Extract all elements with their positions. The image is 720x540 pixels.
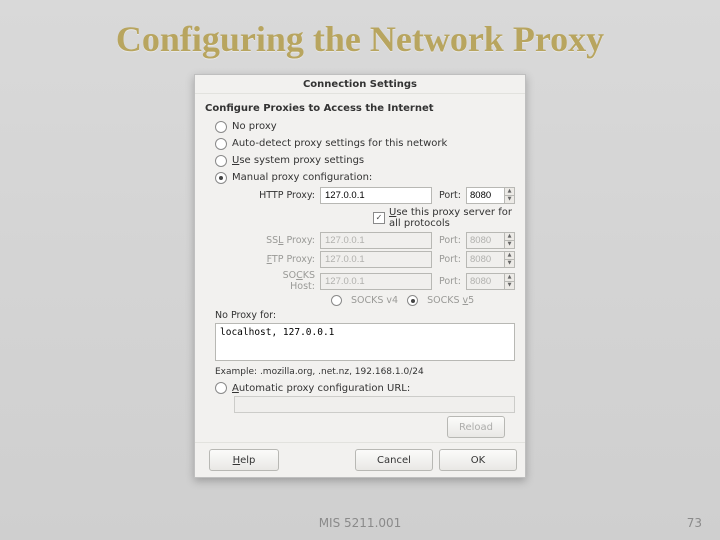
radio-system-proxy[interactable]: Use system proxy settings xyxy=(215,153,515,168)
ftp-proxy-row: FTP Proxy: Port: ▲▼ xyxy=(257,251,515,268)
socks-host-label: SOCKS Host: xyxy=(257,270,315,292)
port-label: Port: xyxy=(437,254,461,265)
radio-manual-proxy[interactable]: Manual proxy configuration: xyxy=(215,170,515,185)
radio-icon xyxy=(215,155,227,167)
connection-settings-dialog: Connection Settings Configure Proxies to… xyxy=(194,74,526,478)
reload-button: Reload xyxy=(447,416,505,438)
spin-down-icon: ▼ xyxy=(504,282,515,290)
checkbox-icon xyxy=(373,212,385,224)
spin-up-icon: ▲ xyxy=(504,232,515,241)
http-proxy-label: HTTP Proxy: xyxy=(257,190,315,201)
socks-host-row: SOCKS Host: Port: ▲▼ xyxy=(257,270,515,292)
radio-auto-config-url[interactable]: Automatic proxy configuration URL: xyxy=(215,382,515,394)
dialog-footer: Help Cancel OK xyxy=(195,442,525,477)
radio-icon xyxy=(215,138,227,150)
radio-no-proxy[interactable]: No proxy xyxy=(215,119,515,134)
spin-down-icon: ▼ xyxy=(504,260,515,268)
spin-up-icon: ▲ xyxy=(504,251,515,260)
auto-config-url-input xyxy=(234,396,515,413)
no-proxy-textarea[interactable] xyxy=(215,323,515,361)
port-label: Port: xyxy=(437,190,461,201)
ftp-proxy-input xyxy=(320,251,432,268)
socks-v5-label: SOCKS v5 xyxy=(427,295,474,306)
slide-title: Configuring the Network Proxy xyxy=(0,18,720,60)
http-proxy-row: HTTP Proxy: Port: ▲▼ xyxy=(257,187,515,204)
http-port-input[interactable] xyxy=(466,187,504,204)
radio-icon xyxy=(215,382,227,394)
ok-button[interactable]: OK xyxy=(439,449,517,471)
ftp-port-input xyxy=(466,251,504,268)
radio-auto-detect[interactable]: Auto-detect proxy settings for this netw… xyxy=(215,136,515,151)
ssl-proxy-row: SSL Proxy: Port: ▲▼ xyxy=(257,232,515,249)
no-proxy-label: No Proxy for: xyxy=(215,310,515,321)
ssl-port-input xyxy=(466,232,504,249)
socks-version-row: SOCKS v4 SOCKS v5 xyxy=(331,295,515,306)
radio-label: Manual proxy configuration: xyxy=(232,172,372,183)
radio-label: Use system proxy settings xyxy=(232,155,364,166)
dialog-title: Connection Settings xyxy=(195,75,525,94)
course-code: MIS 5211.001 xyxy=(0,516,720,530)
spin-up-icon[interactable]: ▲ xyxy=(504,187,515,196)
page-number: 73 xyxy=(687,516,702,530)
cancel-button[interactable]: Cancel xyxy=(355,449,433,471)
ssl-proxy-label: SSL Proxy: xyxy=(257,235,315,246)
ssl-port-spinner: ▲▼ xyxy=(466,232,515,249)
socks-port-spinner: ▲▼ xyxy=(466,273,515,290)
socks-v4-label: SOCKS v4 xyxy=(351,295,398,306)
http-proxy-input[interactable] xyxy=(320,187,432,204)
radio-icon xyxy=(215,172,227,184)
radio-icon xyxy=(407,295,418,306)
socks-host-input xyxy=(320,273,432,290)
port-label: Port: xyxy=(437,235,461,246)
radio-icon xyxy=(331,295,342,306)
radio-label: Auto-detect proxy settings for this netw… xyxy=(232,138,447,149)
radio-label: No proxy xyxy=(232,121,277,132)
ftp-proxy-label: FTP Proxy: xyxy=(257,254,315,265)
port-label: Port: xyxy=(437,276,461,287)
socks-port-input xyxy=(466,273,504,290)
help-button[interactable]: Help xyxy=(209,449,279,471)
use-for-all-checkbox[interactable]: Use this proxy server for all protocols xyxy=(373,207,515,229)
spin-down-icon[interactable]: ▼ xyxy=(504,196,515,204)
http-port-spinner[interactable]: ▲▼ xyxy=(466,187,515,204)
spin-up-icon: ▲ xyxy=(504,273,515,282)
example-text: Example: .mozilla.org, .net.nz, 192.168.… xyxy=(215,367,515,377)
section-heading: Configure Proxies to Access the Internet xyxy=(205,103,515,114)
radio-label: Automatic proxy configuration URL: xyxy=(232,383,410,394)
spin-down-icon: ▼ xyxy=(504,241,515,249)
ftp-port-spinner: ▲▼ xyxy=(466,251,515,268)
radio-icon xyxy=(215,121,227,133)
ssl-proxy-input xyxy=(320,232,432,249)
checkbox-label: Use this proxy server for all protocols xyxy=(389,207,515,229)
